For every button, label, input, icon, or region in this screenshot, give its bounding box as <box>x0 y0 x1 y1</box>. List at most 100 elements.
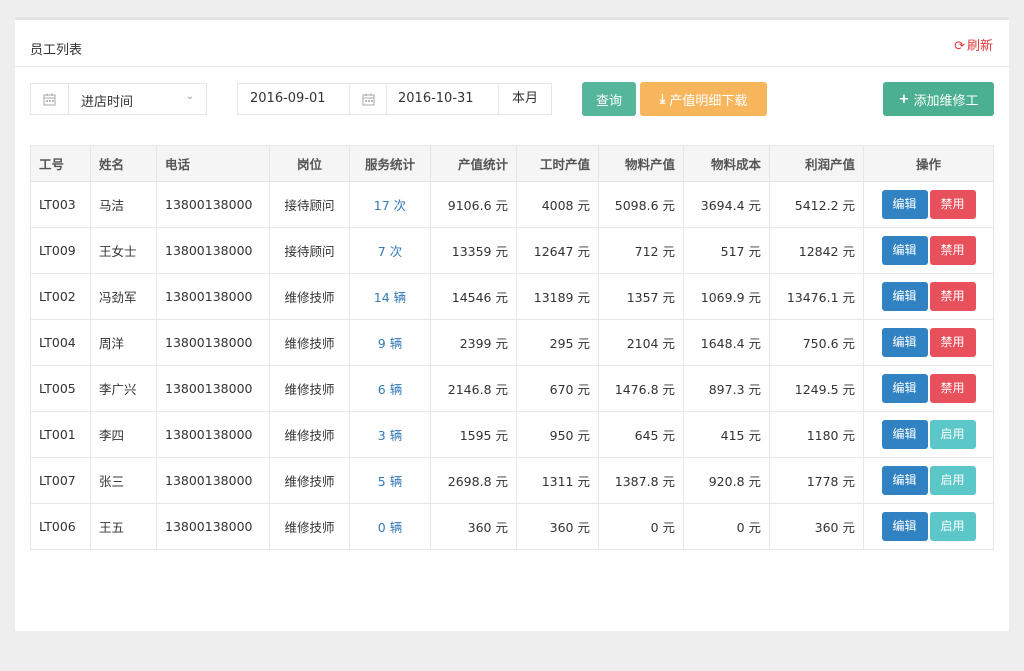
profit-output-cell: 5412.2 元 <box>769 181 864 228</box>
download-label: 产值明细下载 <box>669 93 748 109</box>
material-cost-cell: 1069.9 元 <box>683 273 770 320</box>
labor-output-cell: 670 元 <box>516 365 599 412</box>
service-count-link[interactable]: 3 辆 <box>349 411 431 458</box>
profit-output-cell: 1249.5 元 <box>769 365 864 412</box>
employee-list-panel: 员工列表 ⟳ 刷新 进店时间 ⌄ 2016-09-01 2016-10-31 本月… <box>15 17 1009 631</box>
column-header: 物料产值 <box>598 145 684 182</box>
output-cell: 14546 元 <box>430 273 517 320</box>
edit-button[interactable]: 编辑 <box>881 374 928 403</box>
actions-cell: 编辑 启用 <box>863 411 994 458</box>
disable-button[interactable]: 禁用 <box>929 236 976 265</box>
column-header: 物料成本 <box>683 145 770 182</box>
material-output-cell: 645 元 <box>598 411 684 458</box>
table-row: LT007 张三 13800138000 维修技师 5 辆 2698.8 元 1311 元1… <box>30 457 994 504</box>
output-cell: 360 元 <box>430 503 517 550</box>
column-header: 工时产值 <box>516 145 599 182</box>
name-cell: 王女士 <box>90 227 157 274</box>
disable-button[interactable]: 禁用 <box>929 282 976 311</box>
role-cell: 接待顾问 <box>269 181 350 228</box>
phone-cell: 13800138000 <box>156 503 270 550</box>
service-count-link[interactable]: 7 次 <box>349 227 431 274</box>
query-button[interactable]: 查询 <box>582 82 636 116</box>
plus-icon: + <box>898 91 910 107</box>
actions-cell: 编辑 启用 <box>863 457 994 504</box>
labor-output-cell: 950 元 <box>516 411 599 458</box>
actions-cell: 编辑 禁用 <box>863 181 994 228</box>
edit-button[interactable]: 编辑 <box>881 420 928 449</box>
calendar-icon <box>31 84 69 114</box>
service-count-link[interactable]: 9 辆 <box>349 319 431 366</box>
refresh-label: 刷新 <box>966 39 993 54</box>
material-output-cell: 5098.6 元 <box>598 181 684 228</box>
end-date-input[interactable]: 2016-10-31 <box>349 83 499 115</box>
enable-button[interactable]: 启用 <box>929 512 976 541</box>
table-row: LT009 王女士 13800138000 接待顾问 7 次 13359 元 12647 元… <box>30 227 994 274</box>
this-month-button[interactable]: 本月 <box>498 83 552 115</box>
refresh-button[interactable]: ⟳ 刷新 <box>954 35 993 54</box>
calendar-icon <box>350 84 387 114</box>
column-header: 产值统计 <box>430 145 517 182</box>
material-output-cell: 0 元 <box>598 503 684 550</box>
material-cost-cell: 517 元 <box>683 227 770 274</box>
material-cost-cell: 920.8 元 <box>683 457 770 504</box>
employee-id-cell: LT003 <box>30 181 91 228</box>
labor-output-cell: 1311 元 <box>516 457 599 504</box>
service-count-link[interactable]: 17 次 <box>349 181 431 228</box>
add-mechanic-button[interactable]: + 添加维修工 <box>883 82 994 116</box>
panel-header: 员工列表 ⟳ 刷新 <box>15 20 1009 67</box>
name-cell: 李四 <box>90 411 157 458</box>
material-output-cell: 1387.8 元 <box>598 457 684 504</box>
actions-cell: 编辑 禁用 <box>863 365 994 412</box>
enable-button[interactable]: 启用 <box>929 466 976 495</box>
disable-button[interactable]: 禁用 <box>929 190 976 219</box>
edit-button[interactable]: 编辑 <box>881 236 928 265</box>
labor-output-cell: 360 元 <box>516 503 599 550</box>
time-type-value: 进店时间 <box>81 95 134 110</box>
material-output-cell: 1476.8 元 <box>598 365 684 412</box>
actions-cell: 编辑 禁用 <box>863 319 994 366</box>
table-row: LT004 周洋 13800138000 维修技师 9 辆 2399 元 295 元 2104… <box>30 319 994 366</box>
material-cost-cell: 1648.4 元 <box>683 319 770 366</box>
name-cell: 张三 <box>90 457 157 504</box>
output-cell: 2399 元 <box>430 319 517 366</box>
edit-button[interactable]: 编辑 <box>881 466 928 495</box>
column-header: 服务统计 <box>349 145 431 182</box>
name-cell: 冯劲军 <box>90 273 157 320</box>
service-count-link[interactable]: 14 辆 <box>349 273 431 320</box>
column-header: 工号 <box>30 145 91 182</box>
table-row: LT002 冯劲军 13800138000 维修技师 14 辆 14546 元 13189 … <box>30 273 994 320</box>
column-header: 利润产值 <box>769 145 864 182</box>
employee-id-cell: LT001 <box>30 411 91 458</box>
download-icon: ⤓ <box>659 91 666 107</box>
edit-button[interactable]: 编辑 <box>881 328 928 357</box>
phone-cell: 13800138000 <box>156 181 270 228</box>
disable-button[interactable]: 禁用 <box>929 374 976 403</box>
service-count-link[interactable]: 6 辆 <box>349 365 431 412</box>
edit-button[interactable]: 编辑 <box>881 282 928 311</box>
table-row: LT005 李广兴 13800138000 维修技师 6 辆 2146.8 元 670 元1… <box>30 365 994 412</box>
enable-button[interactable]: 启用 <box>929 420 976 449</box>
labor-output-cell: 295 元 <box>516 319 599 366</box>
edit-button[interactable]: 编辑 <box>881 190 928 219</box>
time-type-select[interactable]: 进店时间 ⌄ <box>30 83 207 115</box>
output-cell: 9106.6 元 <box>430 181 517 228</box>
actions-cell: 编辑 启用 <box>863 503 994 550</box>
download-detail-button[interactable]: ⤓ 产值明细下载 <box>640 82 767 116</box>
edit-button[interactable]: 编辑 <box>881 512 928 541</box>
service-count-link[interactable]: 5 辆 <box>349 457 431 504</box>
chevron-down-icon: ⌄ <box>185 91 194 102</box>
phone-cell: 13800138000 <box>156 227 270 274</box>
start-date-input[interactable]: 2016-09-01 <box>237 83 350 115</box>
role-cell: 维修技师 <box>269 365 350 412</box>
phone-cell: 13800138000 <box>156 365 270 412</box>
employee-id-cell: LT006 <box>30 503 91 550</box>
actions-cell: 编辑 禁用 <box>863 227 994 274</box>
employee-id-cell: LT007 <box>30 457 91 504</box>
disable-button[interactable]: 禁用 <box>929 328 976 357</box>
service-count-link[interactable]: 0 辆 <box>349 503 431 550</box>
phone-cell: 13800138000 <box>156 457 270 504</box>
employee-id-cell: LT009 <box>30 227 91 274</box>
name-cell: 王五 <box>90 503 157 550</box>
role-cell: 维修技师 <box>269 411 350 458</box>
end-date-value: 2016-10-31 <box>398 91 474 106</box>
